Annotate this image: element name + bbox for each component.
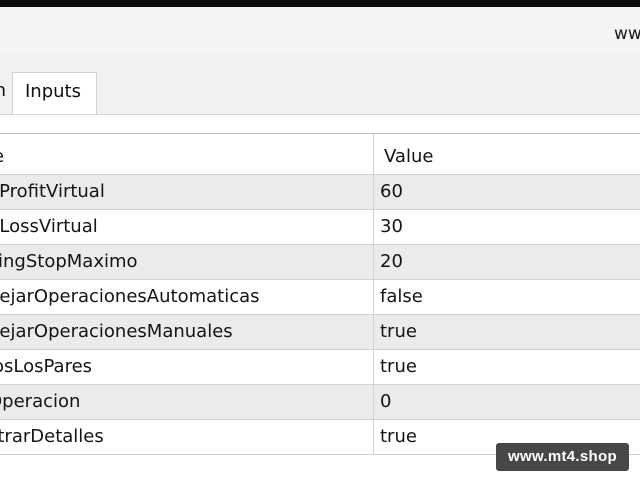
param-value[interactable]: 30 xyxy=(380,216,403,237)
inputs-grid: le Value eProfitVirtual 60 pLossVirtual … xyxy=(0,133,640,455)
grid-header: le Value xyxy=(0,133,640,175)
table-row[interactable]: Operacion 0 xyxy=(0,385,640,420)
column-divider xyxy=(373,420,374,454)
table-row[interactable]: nejarOperacionesManuales true xyxy=(0,315,640,350)
column-divider xyxy=(373,350,374,384)
param-name: Operacion xyxy=(0,391,81,412)
column-divider xyxy=(373,315,374,349)
column-divider[interactable] xyxy=(373,134,374,174)
column-header-variable[interactable]: le xyxy=(0,146,4,167)
param-name: strarDetalles xyxy=(0,426,104,447)
window-top-edge xyxy=(0,0,640,7)
tab-previous[interactable]: n xyxy=(0,72,10,114)
table-row[interactable]: nejarOperacionesAutomaticas false xyxy=(0,280,640,315)
column-divider xyxy=(373,245,374,279)
table-row[interactable]: pLossVirtual 30 xyxy=(0,210,640,245)
param-value[interactable]: 60 xyxy=(380,181,403,202)
title-url-text: ww xyxy=(614,24,640,44)
param-name: pLossVirtual xyxy=(0,216,98,237)
param-value[interactable]: true xyxy=(380,321,417,342)
param-name: eProfitVirtual xyxy=(0,181,105,202)
param-value[interactable]: true xyxy=(380,356,417,377)
table-row[interactable]: llingStopMaximo 20 xyxy=(0,245,640,280)
param-name: nejarOperacionesAutomaticas xyxy=(0,286,260,307)
param-value[interactable]: 0 xyxy=(380,391,391,412)
param-name: nejarOperacionesManuales xyxy=(0,321,233,342)
table-row[interactable]: losLosPares true xyxy=(0,350,640,385)
table-row[interactable]: eProfitVirtual 60 xyxy=(0,175,640,210)
param-value[interactable]: true xyxy=(380,426,417,447)
column-divider xyxy=(373,385,374,419)
param-name: losLosPares xyxy=(0,356,93,377)
column-header-value[interactable]: Value xyxy=(384,146,433,167)
column-divider xyxy=(373,175,374,209)
param-value[interactable]: 20 xyxy=(380,251,403,272)
column-divider xyxy=(373,210,374,244)
param-name: llingStopMaximo xyxy=(0,251,138,272)
tab-inputs[interactable]: Inputs xyxy=(12,72,97,115)
window-title-area: ww xyxy=(0,7,640,54)
column-divider xyxy=(373,280,374,314)
param-value[interactable]: false xyxy=(380,286,423,307)
watermark-badge: www.mt4.shop xyxy=(496,443,629,471)
